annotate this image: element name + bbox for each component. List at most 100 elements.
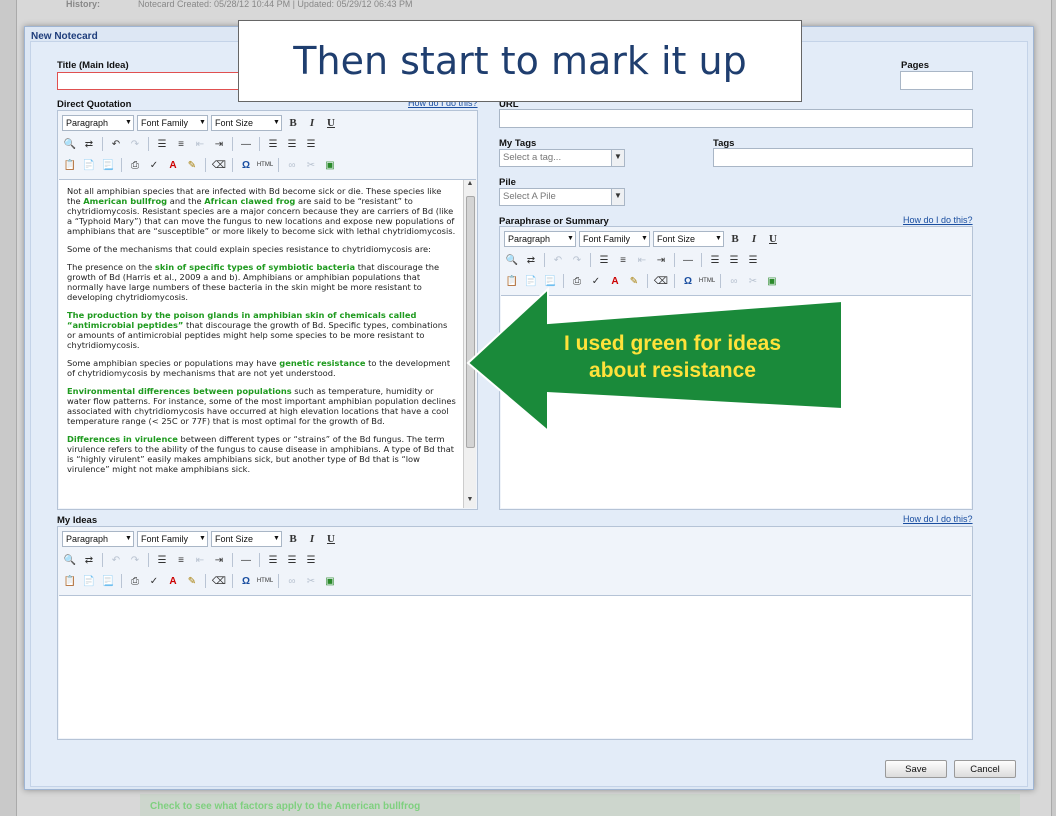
- spellcheck-icon[interactable]: ✓: [146, 157, 162, 173]
- toolbar-separator: [121, 158, 122, 172]
- numbered-list-icon[interactable]: ≡: [173, 552, 189, 568]
- horizontal-rule-icon[interactable]: —: [680, 252, 696, 268]
- undo-icon[interactable]: ↶: [550, 252, 566, 268]
- align-right-icon[interactable]: ☰: [745, 252, 761, 268]
- bottom-link[interactable]: Check to see what factors apply to the A…: [150, 801, 420, 812]
- font-size-select[interactable]: Font Size ▼: [653, 231, 724, 247]
- align-center-icon[interactable]: ☰: [284, 552, 300, 568]
- tags-input[interactable]: [713, 148, 973, 167]
- chevron-down-icon: ▼: [641, 235, 648, 242]
- save-button[interactable]: Save: [885, 760, 947, 778]
- horizontal-rule-icon[interactable]: —: [238, 136, 254, 152]
- history-line: History: Notecard Created: 05/28/12 10:44…: [66, 0, 413, 10]
- link-icon[interactable]: ∞: [284, 157, 300, 173]
- print-icon[interactable]: ⎙: [127, 573, 143, 589]
- paste-text-icon[interactable]: 📄: [81, 157, 97, 173]
- paraphrase-help-link[interactable]: How do I do this?: [903, 215, 973, 225]
- indent-icon[interactable]: ⇥: [211, 552, 227, 568]
- outdent-icon[interactable]: ⇤: [634, 252, 650, 268]
- bold-button[interactable]: B: [285, 531, 301, 547]
- url-input[interactable]: [499, 109, 973, 128]
- spellcheck-icon[interactable]: ✓: [146, 573, 162, 589]
- underline-button[interactable]: U: [323, 531, 339, 547]
- italic-button[interactable]: I: [746, 231, 762, 247]
- pile-select[interactable]: Select A Pile ▼: [499, 188, 625, 206]
- bullet-list-icon[interactable]: ☰: [154, 552, 170, 568]
- redo-icon[interactable]: ↷: [127, 552, 143, 568]
- html-icon[interactable]: HTML: [257, 573, 273, 589]
- image-icon[interactable]: ▣: [322, 157, 338, 173]
- italic-button[interactable]: I: [304, 115, 320, 131]
- paste-icon[interactable]: 📋: [62, 573, 78, 589]
- paste-text-icon[interactable]: 📄: [81, 573, 97, 589]
- bullet-list-icon[interactable]: ☰: [154, 136, 170, 152]
- align-left-icon[interactable]: ☰: [707, 252, 723, 268]
- numbered-list-icon[interactable]: ≡: [173, 136, 189, 152]
- link-icon[interactable]: ∞: [284, 573, 300, 589]
- align-left-icon[interactable]: ☰: [265, 552, 281, 568]
- replace-icon[interactable]: ⇄: [81, 552, 97, 568]
- undo-icon[interactable]: ↶: [108, 136, 124, 152]
- unlink-icon[interactable]: ✂: [303, 573, 319, 589]
- font-size-select[interactable]: Font Size ▼: [211, 115, 282, 131]
- underline-button[interactable]: U: [323, 115, 339, 131]
- highlight-color-icon[interactable]: ✎: [184, 157, 200, 173]
- font-family-select[interactable]: Font Family ▼: [579, 231, 650, 247]
- font-family-select[interactable]: Font Family ▼: [137, 531, 208, 547]
- quote-text: The presence on the: [67, 262, 155, 272]
- horizontal-rule-icon[interactable]: —: [238, 552, 254, 568]
- underline-button[interactable]: U: [765, 231, 781, 247]
- replace-icon[interactable]: ⇄: [81, 136, 97, 152]
- html-icon[interactable]: HTML: [257, 157, 273, 173]
- paragraph-select[interactable]: Paragraph ▼: [62, 531, 134, 547]
- align-right-icon[interactable]: ☰: [303, 552, 319, 568]
- chevron-down-icon: ▼: [273, 119, 280, 126]
- paragraph-select[interactable]: Paragraph ▼: [504, 231, 576, 247]
- paste-word-icon[interactable]: 📃: [100, 573, 116, 589]
- redo-icon[interactable]: ↷: [569, 252, 585, 268]
- find-icon[interactable]: 🔍: [62, 136, 78, 152]
- omega-icon[interactable]: Ω: [238, 157, 254, 173]
- callout-box: Then start to mark it up: [238, 20, 802, 102]
- my-ideas-help-link[interactable]: How do I do this?: [903, 514, 973, 524]
- replace-icon[interactable]: ⇄: [523, 252, 539, 268]
- align-center-icon[interactable]: ☰: [726, 252, 742, 268]
- align-right-icon[interactable]: ☰: [303, 136, 319, 152]
- redo-icon[interactable]: ↷: [127, 136, 143, 152]
- eraser-icon[interactable]: ⌫: [211, 573, 227, 589]
- paste-word-icon[interactable]: 📃: [100, 157, 116, 173]
- image-icon[interactable]: ▣: [322, 573, 338, 589]
- align-left-icon[interactable]: ☰: [265, 136, 281, 152]
- scroll-up-icon[interactable]: ▲: [464, 180, 476, 192]
- undo-icon[interactable]: ↶: [108, 552, 124, 568]
- unlink-icon[interactable]: ✂: [303, 157, 319, 173]
- quotation-content-area[interactable]: Not all amphibian species that are infec…: [59, 179, 476, 508]
- cancel-button[interactable]: Cancel: [954, 760, 1016, 778]
- font-size-select[interactable]: Font Size ▼: [211, 531, 282, 547]
- numbered-list-icon[interactable]: ≡: [615, 252, 631, 268]
- italic-button[interactable]: I: [304, 531, 320, 547]
- bullet-list-icon[interactable]: ☰: [596, 252, 612, 268]
- font-family-select[interactable]: Font Family ▼: [137, 115, 208, 131]
- paragraph-select[interactable]: Paragraph ▼: [62, 115, 134, 131]
- font-color-icon[interactable]: A: [165, 573, 181, 589]
- print-icon[interactable]: ⎙: [127, 157, 143, 173]
- indent-icon[interactable]: ⇥: [653, 252, 669, 268]
- indent-icon[interactable]: ⇥: [211, 136, 227, 152]
- highlight-color-icon[interactable]: ✎: [184, 573, 200, 589]
- eraser-icon[interactable]: ⌫: [211, 157, 227, 173]
- my-ideas-content-area[interactable]: [59, 595, 971, 738]
- omega-icon[interactable]: Ω: [238, 573, 254, 589]
- scroll-down-icon[interactable]: ▼: [464, 496, 476, 508]
- my-tags-select[interactable]: Select a tag... ▼: [499, 149, 625, 167]
- paste-icon[interactable]: 📋: [62, 157, 78, 173]
- pages-input[interactable]: [900, 71, 973, 90]
- outdent-icon[interactable]: ⇤: [192, 136, 208, 152]
- bold-button[interactable]: B: [285, 115, 301, 131]
- bold-button[interactable]: B: [727, 231, 743, 247]
- find-icon[interactable]: 🔍: [504, 252, 520, 268]
- align-center-icon[interactable]: ☰: [284, 136, 300, 152]
- font-color-icon[interactable]: A: [165, 157, 181, 173]
- outdent-icon[interactable]: ⇤: [192, 552, 208, 568]
- find-icon[interactable]: 🔍: [62, 552, 78, 568]
